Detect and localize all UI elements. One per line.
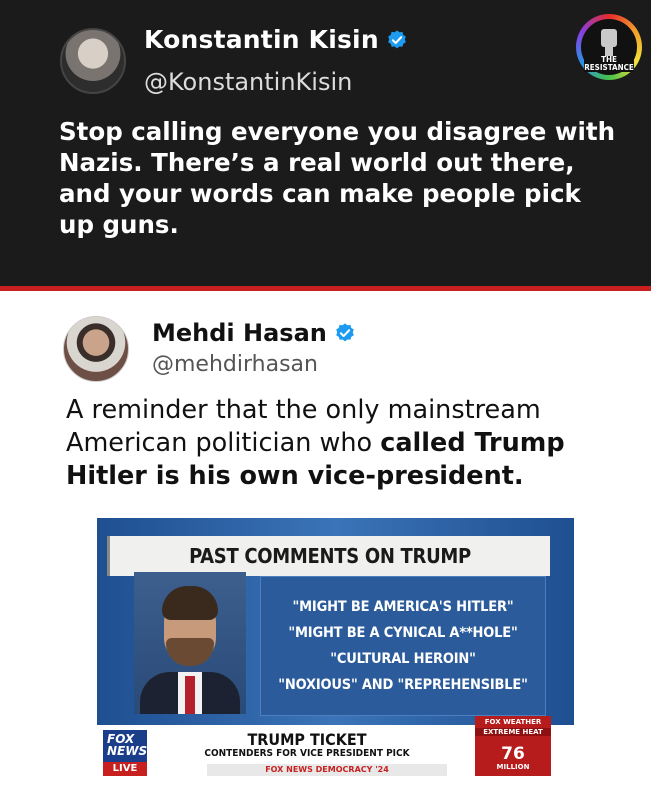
author-name[interactable]: Konstantin Kisin <box>144 25 408 54</box>
photo-tie <box>185 676 195 714</box>
weather-unit: MILLION <box>496 763 530 771</box>
resistance-logo: THE RESISTANCE <box>576 14 642 80</box>
quoted-author-name-text: Mehdi Hasan <box>152 319 327 347</box>
news-title: PAST COMMENTS ON TRUMP <box>189 544 471 568</box>
logo-live: LIVE <box>103 762 147 776</box>
logo-news: NEWS <box>107 744 148 758</box>
author-name-text: Konstantin Kisin <box>144 25 379 54</box>
avatar[interactable] <box>60 28 126 94</box>
logo-text-line2: RESISTANCE <box>584 63 634 72</box>
verified-badge-icon <box>388 30 406 49</box>
chyron-title: TRUMP TICKET <box>247 730 367 749</box>
quote-line: "NOXIOUS" AND "REPREHENSIBLE" <box>278 677 528 693</box>
quotes-panel: "MIGHT BE AMERICA'S HITLER" "MIGHT BE A … <box>260 576 546 716</box>
weather-box: FOX WEATHER EXTREME HEAT 76 MILLION <box>475 716 551 776</box>
quote-line: "CULTURAL HEROIN" <box>330 651 476 667</box>
portrait-photo <box>134 572 246 714</box>
ticker: FOX NEWS DEMOCRACY '24 <box>207 764 447 776</box>
quoted-tweet-text: A reminder that the only mainstream Amer… <box>66 394 636 493</box>
quoted-author-name[interactable]: Mehdi Hasan <box>152 319 356 347</box>
weather-value: 76 <box>501 744 525 764</box>
weather-brand: FOX WEATHER <box>484 718 542 726</box>
quoted-avatar[interactable] <box>63 316 129 382</box>
news-screenshot[interactable]: PAST COMMENTS ON TRUMP "MIGHT BE AMERICA… <box>97 518 574 776</box>
news-title-bar: PAST COMMENTS ON TRUMP <box>107 536 550 576</box>
photo-beard <box>166 638 214 666</box>
quote-line: "MIGHT BE A CYNICAL A**HOLE" <box>288 625 518 641</box>
photo-hair <box>162 586 218 620</box>
author-handle[interactable]: @KonstantinKisin <box>144 68 352 96</box>
logo-text: THE RESISTANCE <box>576 56 642 72</box>
fox-news-logo: FOX NEWS LIVE <box>103 730 147 776</box>
quote-line: "MIGHT BE AMERICA'S HITLER" <box>292 599 514 615</box>
verified-badge-icon <box>336 323 354 342</box>
weather-label: EXTREME HEAT <box>475 728 551 736</box>
tweet-text: Stop calling everyone you disagree with … <box>59 117 616 239</box>
main-tweet: Konstantin Kisin @KonstantinKisin Stop c… <box>0 0 651 291</box>
quoted-author-handle[interactable]: @mehdirhasan <box>152 352 318 377</box>
chyron-subtitle: CONTENDERS FOR VICE PRESIDENT PICK <box>204 748 410 759</box>
